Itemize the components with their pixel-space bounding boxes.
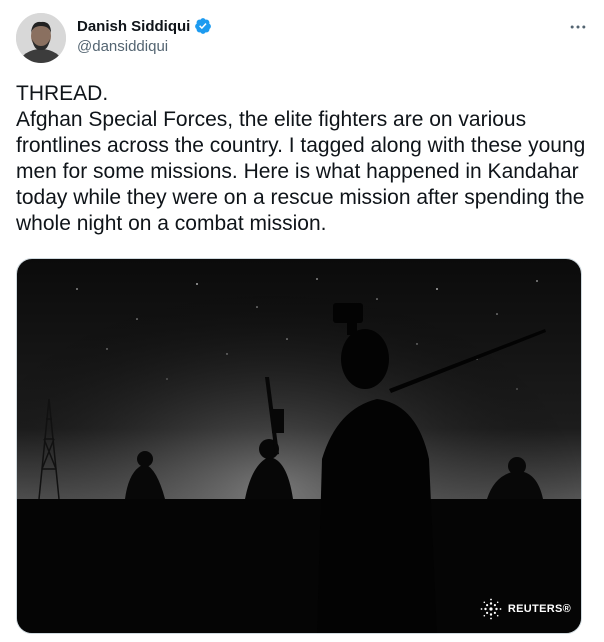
avatar-image [16, 13, 66, 63]
avatar[interactable] [16, 13, 66, 63]
author-display-name[interactable]: Danish Siddiqui [77, 18, 190, 35]
photo-credit-label: REUTERS® [507, 603, 571, 615]
tweet-photo[interactable]: REUTERS® [16, 258, 582, 634]
verified-badge-icon [195, 18, 212, 34]
night-soldiers-photo [17, 259, 581, 633]
author-handle[interactable]: @dansiddiqui [77, 38, 168, 55]
reuters-logo-icon [480, 598, 502, 620]
author-name-row[interactable]: Danish Siddiqui [77, 16, 212, 36]
more-options-icon[interactable] [568, 17, 588, 37]
tweet-text: THREAD. Afghan Special Forces, the elite… [16, 82, 586, 235]
photo-credit: REUTERS® [479, 597, 571, 621]
tweet-card: Danish Siddiqui @dansiddiqui THREAD. Afg… [0, 0, 604, 642]
